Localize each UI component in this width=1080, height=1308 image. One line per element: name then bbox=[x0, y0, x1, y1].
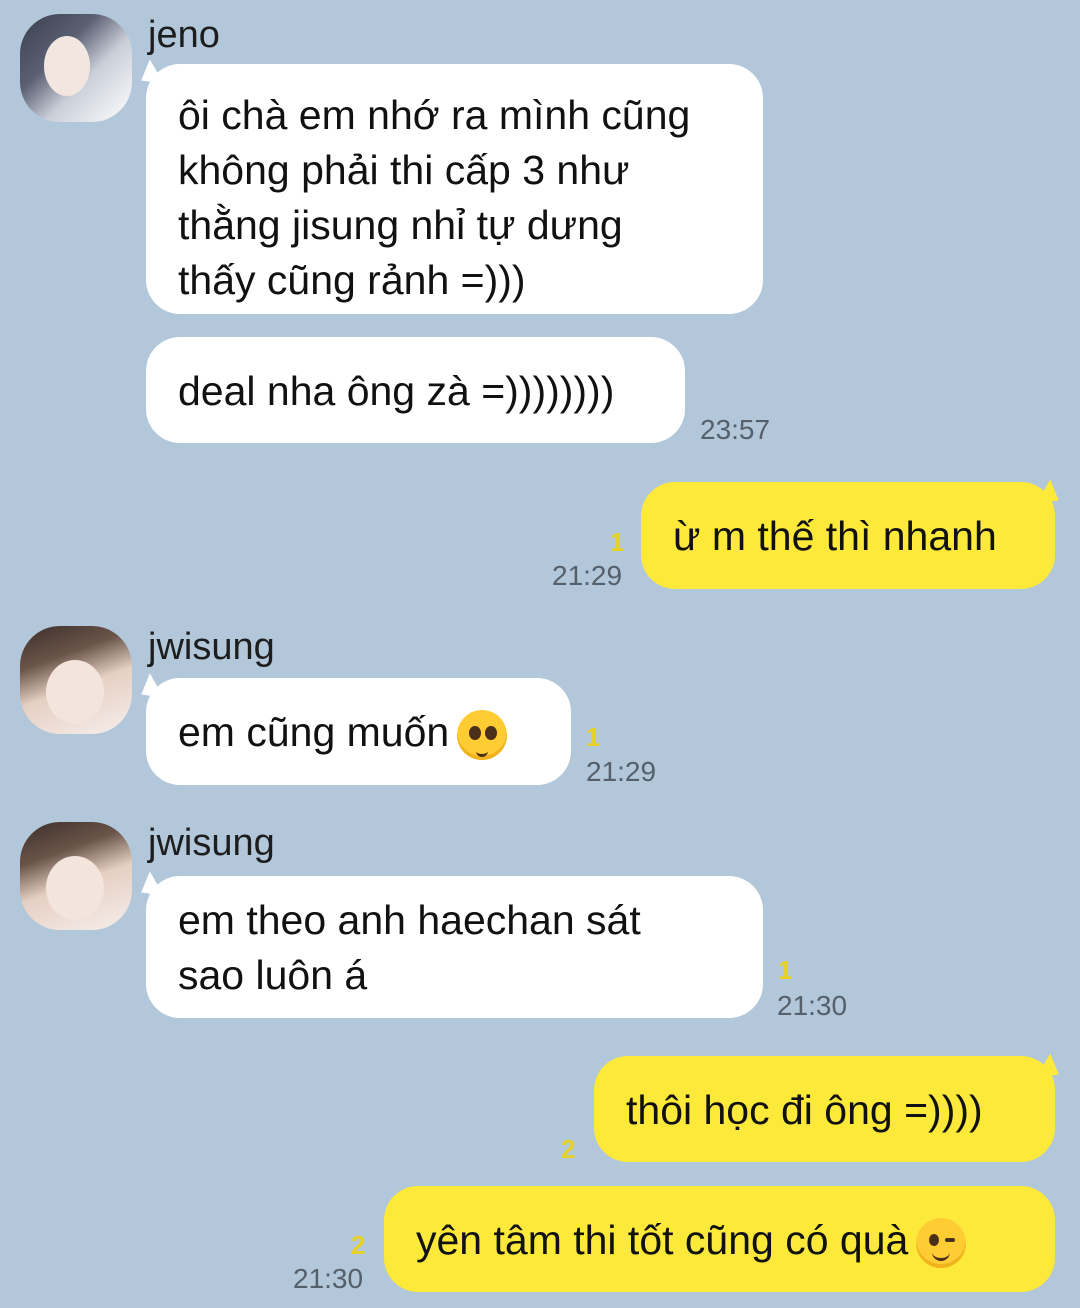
avatar-jeno[interactable] bbox=[20, 14, 132, 122]
message-line: deal nha ông zà =)))))))) bbox=[178, 368, 615, 414]
message-bubble[interactable]: em cũng muốn bbox=[146, 678, 571, 785]
message-line: em theo anh haechan sát bbox=[178, 897, 641, 943]
avatar-jwisung[interactable] bbox=[20, 822, 132, 930]
message-time: 21:30 bbox=[777, 990, 848, 1021]
unread-count: 2 bbox=[351, 1230, 366, 1260]
message-time: 23:57 bbox=[700, 414, 771, 445]
message-bubble[interactable]: thôi học đi ông =)))) bbox=[594, 1056, 1055, 1162]
message-line: em cũng muốn bbox=[178, 705, 539, 761]
message-bubble[interactable]: ôi chà em nhớ ra mình cũng không phải th… bbox=[146, 64, 763, 314]
message-line: không phải thi cấp 3 như bbox=[178, 147, 630, 193]
message-line: ừ m thế thì nhanh bbox=[673, 513, 997, 559]
message-text: yên tâm thi tốt cũng có quà bbox=[416, 1217, 909, 1263]
message-line: thấy cũng rảnh =))) bbox=[178, 257, 526, 303]
message-line: thôi học đi ông =)))) bbox=[626, 1087, 983, 1133]
message-line: yên tâm thi tốt cũng có quà bbox=[416, 1213, 1023, 1269]
message-line: sao luôn á bbox=[178, 952, 368, 998]
message-line: thằng jisung nhỉ tự dưng bbox=[178, 202, 623, 248]
avatar-face bbox=[46, 856, 104, 920]
sender-name: jeno bbox=[148, 14, 220, 56]
avatar-jwisung[interactable] bbox=[20, 626, 132, 734]
sender-name: jwisung bbox=[148, 626, 275, 668]
unread-count: 1 bbox=[610, 527, 625, 557]
pleading-face-icon bbox=[457, 710, 508, 761]
unread-count: 1 bbox=[778, 955, 793, 985]
avatar-face bbox=[44, 36, 90, 96]
message-time: 21:29 bbox=[552, 560, 623, 591]
message-bubble[interactable]: ừ m thế thì nhanh bbox=[641, 482, 1055, 589]
message-bubble[interactable]: yên tâm thi tốt cũng có quà bbox=[384, 1186, 1055, 1292]
message-time: 21:30 bbox=[293, 1263, 364, 1294]
unread-count: 1 bbox=[586, 722, 601, 752]
message-text: em cũng muốn bbox=[178, 709, 450, 755]
message-bubble[interactable]: deal nha ông zà =)))))))) bbox=[146, 337, 685, 443]
message-line: ôi chà em nhớ ra mình cũng bbox=[178, 92, 691, 138]
message-time: 21:29 bbox=[586, 756, 657, 787]
winking-face-icon bbox=[916, 1218, 967, 1269]
sender-name: jwisung bbox=[148, 822, 275, 864]
message-bubble[interactable]: em theo anh haechan sát sao luôn á bbox=[146, 876, 763, 1018]
unread-count: 2 bbox=[561, 1134, 576, 1164]
avatar-face bbox=[46, 660, 104, 724]
